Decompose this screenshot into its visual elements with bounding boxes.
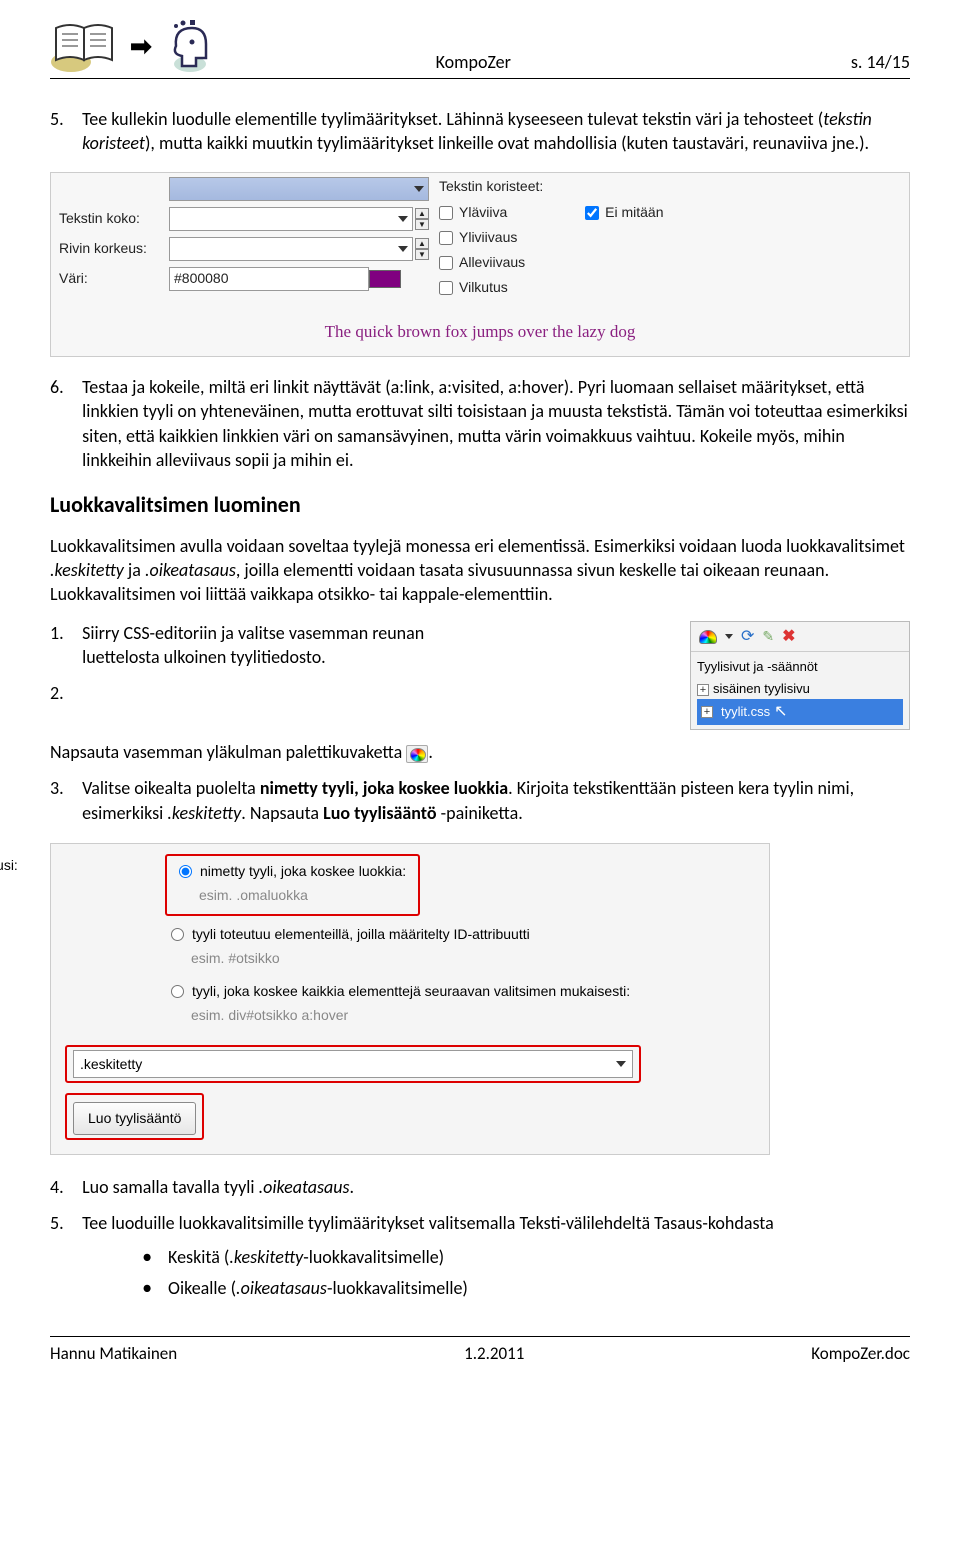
footer-date: 1.2.2011 xyxy=(464,1343,524,1366)
footer-author: Hannu Matikainen xyxy=(50,1343,177,1366)
label-color: Väri: xyxy=(59,269,169,288)
font-family-dropdown[interactable] xyxy=(169,177,429,201)
footer-filename: KompoZer.doc xyxy=(811,1343,910,1366)
checkbox-none[interactable]: Ei mitään xyxy=(585,203,663,222)
item-number: 5. xyxy=(50,107,78,131)
numbered-list-top2: 6. Testaa ja kokeile, miltä eri linkit n… xyxy=(50,375,910,472)
open-book-icon xyxy=(50,20,120,74)
dropdown-arrow-icon xyxy=(398,246,408,252)
hint-text: esim. .omaluokka xyxy=(199,884,412,911)
item-number: 6. xyxy=(50,375,78,399)
line-height-field[interactable] xyxy=(169,237,413,261)
tree-item-internal[interactable]: +sisäinen tyylisivu xyxy=(697,678,903,700)
text-size-field[interactable] xyxy=(169,207,413,231)
create-rule-dialog: Luo uusi: nimetty tyyli, joka koskee luo… xyxy=(50,843,770,1155)
step-4: 4. Luo samalla tavalla tyyli .oikeatasau… xyxy=(50,1175,910,1199)
cursor-icon: ↖ xyxy=(774,701,787,723)
label-text-size: Tekstin koko: xyxy=(59,209,169,228)
css-editor-sidebar: ⟳ ✎ ✖ Tyylisivut ja -säännöt +sisäinen t… xyxy=(690,621,910,730)
refresh-icon[interactable]: ⟳ xyxy=(741,626,754,648)
header-icons: ➡ xyxy=(50,20,212,74)
step-5: 5. Tee luoduille luokkavalitsimille tyyl… xyxy=(50,1211,910,1305)
page-footer: Hannu Matikainen 1.2.2011 KompoZer.doc xyxy=(50,1336,910,1366)
section-heading: Luokkavalitsimen luominen xyxy=(50,490,910,520)
page-header: ➡ KompoZer s. 14/15 xyxy=(50,20,910,79)
bullet-item: Keskitä (.keskitetty-luokkavalitsimelle) xyxy=(142,1244,908,1271)
checkbox-linethrough[interactable]: Yliviivaus xyxy=(439,228,525,247)
checkbox-overline[interactable]: Yläviiva xyxy=(439,203,525,222)
checkbox-underline[interactable]: Alleviivaus xyxy=(439,253,525,272)
create-rule-button[interactable]: Luo tyylisääntö xyxy=(73,1102,196,1135)
intro-paragraph: Luokkavalitsimen avulla voidaan soveltaa… xyxy=(50,534,910,607)
edit-icon[interactable]: ✎ xyxy=(762,627,774,646)
delete-icon[interactable]: ✖ xyxy=(782,626,795,648)
palette-icon xyxy=(406,745,428,763)
header-page: s. 14/15 xyxy=(851,50,910,74)
label-line-height: Rivin korkeus: xyxy=(59,239,169,258)
list-item-5: 5. Tee kullekin luodulle elementille tyy… xyxy=(50,107,910,156)
color-swatch[interactable] xyxy=(369,270,401,288)
header-text: KompoZer s. 14/15 xyxy=(436,50,910,74)
create-new-label: Luo uusi: xyxy=(0,856,18,875)
selector-input[interactable]: .keskitetty xyxy=(73,1050,633,1078)
item-text: Testaa ja kokeile, miltä eri linkit näyt… xyxy=(82,375,908,472)
radio-selector-style[interactable]: tyyli, joka koskee kaikkia elementtejä s… xyxy=(165,979,755,1004)
step-1: 1. Siirry CSS-editoriin ja valitse vasem… xyxy=(50,621,676,670)
color-input[interactable]: #800080 xyxy=(169,267,369,291)
thinking-head-icon xyxy=(162,20,212,74)
bullet-list: Keskitä (.keskitetty-luokkavalitsimelle)… xyxy=(142,1244,908,1302)
text-style-panel: Tekstin koko: ▲▼ Rivin korkeus: ▲▼ Väri:… xyxy=(50,172,910,357)
line-height-spinner[interactable]: ▲▼ xyxy=(415,238,429,260)
dropdown-arrow-icon xyxy=(398,216,408,222)
steps-list-2: 4. Luo samalla tavalla tyyli .oikeatasau… xyxy=(50,1175,910,1306)
hint-text: esim. #otsikko xyxy=(191,947,755,974)
step-3: 3. Valitse oikealta puolelta nimetty tyy… xyxy=(50,776,910,825)
highlighted-option: nimetty tyyli, joka koskee luokkia: esim… xyxy=(165,854,420,916)
hint-text: esim. div#otsikko a:hover xyxy=(191,1004,755,1031)
arrow-right-icon: ➡ xyxy=(130,29,152,64)
dropdown-arrow-icon xyxy=(414,186,424,192)
bullet-item: Oikealle (.oikeatasaus-luokkavalitsimell… xyxy=(142,1275,908,1302)
panel-title: Tyylisivut ja -säännöt xyxy=(697,656,903,678)
list-item-6: 6. Testaa ja kokeile, miltä eri linkit n… xyxy=(50,375,910,472)
decorations-title: Tekstin koristeet: xyxy=(439,177,901,196)
text-size-spinner[interactable]: ▲▼ xyxy=(415,208,429,230)
palette-icon[interactable] xyxy=(699,630,717,644)
dropdown-arrow-icon[interactable] xyxy=(725,634,733,639)
numbered-list-top: 5. Tee kullekin luodulle elementille tyy… xyxy=(50,107,910,156)
radio-id-style[interactable]: tyyli toteutuu elementeillä, joilla määr… xyxy=(165,922,755,947)
checkbox-blink[interactable]: Vilkutus xyxy=(439,278,525,297)
preview-text: The quick brown fox jumps over the lazy … xyxy=(59,321,901,344)
css-editor-toolbar: ⟳ ✎ ✖ xyxy=(691,622,909,653)
highlighted-button: Luo tyylisääntö xyxy=(65,1093,204,1140)
dropdown-arrow-icon xyxy=(616,1061,626,1067)
radio-class-style[interactable]: nimetty tyyli, joka koskee luokkia: xyxy=(173,859,412,884)
item-text: Tee kullekin luodulle elementille tyylim… xyxy=(82,107,908,156)
header-title: KompoZer xyxy=(436,50,511,74)
tree-item-selected[interactable]: + tyylit.css ↖ xyxy=(697,699,903,725)
highlighted-input: .keskitetty xyxy=(65,1045,641,1083)
